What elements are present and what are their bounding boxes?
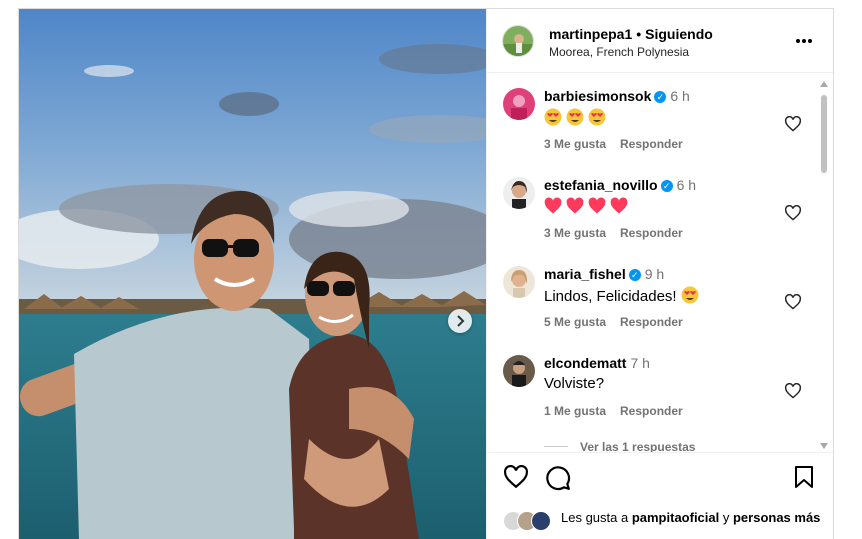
comment-likes-count[interactable]: 3 Me gusta [544,137,606,151]
post-modal: martinpepa1 • Siguiendo Moorea, French Pol… [18,8,834,539]
reply-button[interactable]: Responder [620,315,683,329]
like-heart-icon[interactable] [503,465,529,489]
post-photo[interactable] [19,9,486,539]
reply-button[interactable]: Responder [620,226,683,240]
next-photo-button[interactable] [448,309,472,333]
replies-divider [544,446,568,447]
liker-username[interactable]: pampitaoficial [632,510,719,525]
red-heart-emoji-icon [588,197,606,214]
heart-eyes-emoji-icon [588,108,606,126]
separator-dot: • [636,26,642,42]
scrollbar-thumb[interactable] [821,95,827,173]
comment-likes-count[interactable]: 3 Me gusta [544,226,606,240]
likes-prefix: Les gusta a [561,510,632,525]
comment-text: Volviste? [544,375,605,392]
comment-like-heart-icon[interactable] [784,294,802,310]
comment-text-body: Lindos, Felicidades! [544,288,677,305]
heart-eyes-emoji-icon [681,286,699,304]
verified-badge-icon: ✓ [660,180,673,192]
commenter-line: elcondematt 7 h [544,355,650,371]
comments-scrollbar[interactable] [818,77,830,449]
comment-time: 9 h [644,266,665,282]
comment-meta: 5 Me gusta Responder [544,315,683,329]
comment-item: elcondematt 7 h Volviste? 1 Me gusta Respo… [487,341,817,421]
comment-meta: 1 Me gusta Responder [544,404,683,418]
heart-eyes-emoji-icon [566,108,584,126]
comments-list[interactable]: barbiesimonsok ✓ 6 h 3 Me gusta Responder e… [487,74,833,452]
author-avatar[interactable] [502,25,534,57]
comment-text [544,197,632,216]
author-line: martinpepa1 • Siguiendo [549,26,713,42]
comment-item: maria_fishel ✓ 9 h Lindos, Felicidades! 5 … [487,252,817,332]
scroll-up-arrow-icon[interactable] [820,81,828,87]
commenter-username[interactable]: elcondematt [544,355,626,371]
scroll-down-arrow-icon[interactable] [820,443,828,449]
commenter-avatar[interactable] [503,355,535,387]
red-heart-emoji-icon [610,197,628,214]
comment-time: 6 h [670,88,690,104]
author-username[interactable]: martinpepa1 [549,26,632,42]
likes-connector: y [719,510,733,525]
post-actions: Les gusta a pampitaoficial y personas má… [487,452,833,539]
comment-text: Lindos, Felicidades! [544,286,703,305]
commenter-line: barbiesimonsok ✓ 6 h [544,88,690,104]
reply-button[interactable]: Responder [620,137,683,151]
comment-likes-count[interactable]: 1 Me gusta [544,404,606,418]
post-location[interactable]: Moorea, French Polynesia [549,45,689,59]
likers-avatars[interactable] [503,511,555,533]
likes-others[interactable]: personas más [733,510,820,525]
comment-bubble-icon[interactable] [545,465,571,491]
commenter-username[interactable]: maria_fishel [544,266,626,282]
red-heart-emoji-icon [544,197,562,214]
liker-avatar [531,511,551,531]
heart-eyes-emoji-icon [544,108,562,126]
commenter-username[interactable]: barbiesimonsok [544,88,651,104]
more-options-icon[interactable] [795,31,813,45]
comment-like-heart-icon[interactable] [784,205,802,221]
commenter-line: estefania_novillo ✓ 6 h [544,177,696,193]
commenter-username[interactable]: estefania_novillo [544,177,658,193]
comment-like-heart-icon[interactable] [784,116,802,132]
commenter-avatar[interactable] [503,177,535,209]
likes-summary-text: Les gusta a pampitaoficial y personas má… [561,509,821,527]
comment-time: 7 h [630,355,650,371]
comment-text [544,108,610,127]
reply-button[interactable]: Responder [620,404,683,418]
commenter-line: maria_fishel ✓ 9 h [544,266,664,282]
commenter-avatar[interactable] [503,266,535,298]
post-image [19,9,486,539]
post-header: martinpepa1 • Siguiendo Moorea, French Pol… [487,9,833,73]
red-heart-emoji-icon [566,197,584,214]
comment-time: 6 h [676,177,697,193]
commenter-avatar[interactable] [503,88,535,120]
comment-item: barbiesimonsok ✓ 6 h 3 Me gusta Responder [487,74,817,154]
comment-meta: 3 Me gusta Responder [544,226,683,240]
chevron-right-icon [457,315,465,327]
view-replies-button[interactable]: Ver las 1 respuestas [544,440,695,452]
view-replies-label: Ver las 1 respuestas [580,440,696,452]
verified-badge-icon: ✓ [654,91,667,103]
comment-item: estefania_novillo ✓ 6 h 3 Me gusta Responde… [487,163,817,243]
verified-badge-icon: ✓ [628,269,641,281]
follow-state-button[interactable]: Siguiendo [645,26,713,42]
post-sidebar: martinpepa1 • Siguiendo Moorea, French Pol… [486,9,833,539]
comment-like-heart-icon[interactable] [784,383,802,399]
comment-meta: 3 Me gusta Responder [544,137,683,151]
comment-likes-count[interactable]: 5 Me gusta [544,315,606,329]
bookmark-save-icon[interactable] [793,465,815,489]
